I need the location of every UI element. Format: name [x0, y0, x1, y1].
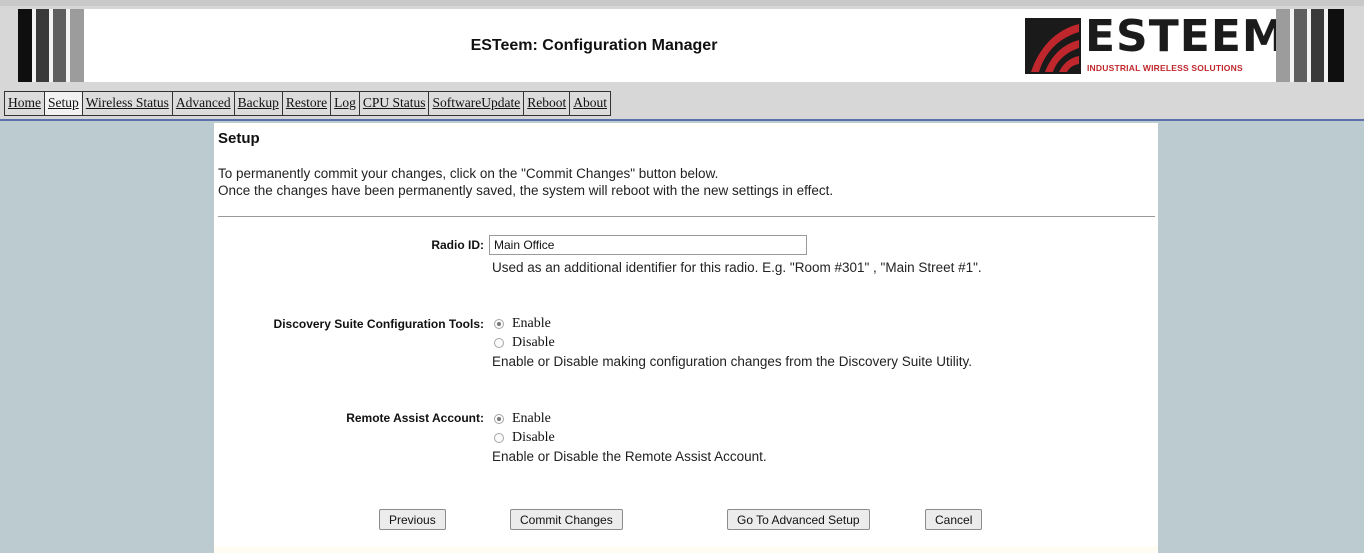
nav-setup[interactable]: Setup — [44, 91, 83, 116]
discovery-tools-label: Discovery Suite Configuration Tools: — [273, 317, 484, 331]
intro-line-2: Once the changes have been permanently s… — [218, 183, 834, 198]
logo-wordmark: ESTEEM — [1085, 11, 1287, 62]
nav-cpu-status[interactable]: CPU Status — [358, 91, 430, 116]
setup-panel: Setup To permanently commit your changes… — [214, 123, 1158, 553]
nav-backup[interactable]: Backup — [233, 91, 283, 116]
header-top-line — [0, 0, 1364, 6]
remote-assist-disable-label: Disable — [512, 430, 555, 445]
nav-restore[interactable]: Restore — [281, 91, 332, 116]
remote-assist-enable-label: Enable — [512, 411, 551, 426]
esteem-logo: ESTEEM INDUSTRIAL WIRELESS SOLUTIONS — [1021, 11, 1286, 77]
section-divider — [218, 216, 1155, 217]
discovery-enable-label: Enable — [512, 316, 551, 331]
main-nav: Home Setup Wireless Status Advanced Back… — [0, 88, 1364, 121]
discovery-disable-label: Disable — [512, 335, 555, 350]
intro-line-1: To permanently commit your changes, clic… — [218, 166, 719, 181]
previous-button[interactable]: Previous — [379, 509, 446, 530]
page-title: Setup — [218, 130, 260, 147]
nav-advanced[interactable]: Advanced — [171, 91, 235, 116]
discovery-disable-radio[interactable] — [494, 338, 504, 348]
logo-tagline: INDUSTRIAL WIRELESS SOLUTIONS — [1087, 63, 1243, 73]
remote-assist-disable-radio[interactable] — [494, 433, 504, 443]
cancel-button[interactable]: Cancel — [925, 509, 983, 530]
discovery-help: Enable or Disable making configuration c… — [492, 354, 972, 369]
remote-assist-enable-radio[interactable] — [494, 414, 504, 424]
discovery-enable-option[interactable]: Enable — [494, 316, 551, 332]
header: ESTeem: Configuration Manager ESTEEM IND… — [0, 0, 1364, 88]
app-title: ESTeem: Configuration Manager — [470, 37, 718, 54]
nav-home[interactable]: Home — [4, 91, 45, 116]
nav-log[interactable]: Log — [330, 91, 360, 116]
radio-id-input[interactable] — [489, 235, 807, 255]
left-stripe-decoration — [18, 9, 84, 82]
advanced-setup-button[interactable]: Go To Advanced Setup — [727, 509, 870, 530]
nav-software-update[interactable]: SoftwareUpdate — [428, 91, 525, 116]
remote-assist-disable-option[interactable]: Disable — [494, 430, 555, 446]
panel-footer-strip — [214, 546, 1158, 553]
remote-assist-enable-option[interactable]: Enable — [494, 411, 551, 427]
radio-id-label: Radio ID: — [431, 238, 484, 252]
intro-text: To permanently commit your changes, clic… — [218, 165, 833, 199]
logo-wave-icon — [1025, 18, 1081, 74]
nav-about[interactable]: About — [569, 91, 611, 116]
remote-assist-help: Enable or Disable the Remote Assist Acco… — [492, 449, 767, 464]
radio-id-help: Used as an additional identifier for thi… — [492, 260, 982, 275]
discovery-enable-radio[interactable] — [494, 319, 504, 329]
discovery-disable-option[interactable]: Disable — [494, 335, 555, 351]
header-banner: ESTeem: Configuration Manager ESTEEM IND… — [84, 9, 1286, 82]
right-stripe-decoration — [1276, 9, 1344, 82]
nav-reboot[interactable]: Reboot — [523, 91, 571, 116]
commit-changes-button[interactable]: Commit Changes — [510, 509, 623, 530]
remote-assist-label: Remote Assist Account: — [346, 411, 484, 425]
nav-wireless-status[interactable]: Wireless Status — [81, 91, 173, 116]
